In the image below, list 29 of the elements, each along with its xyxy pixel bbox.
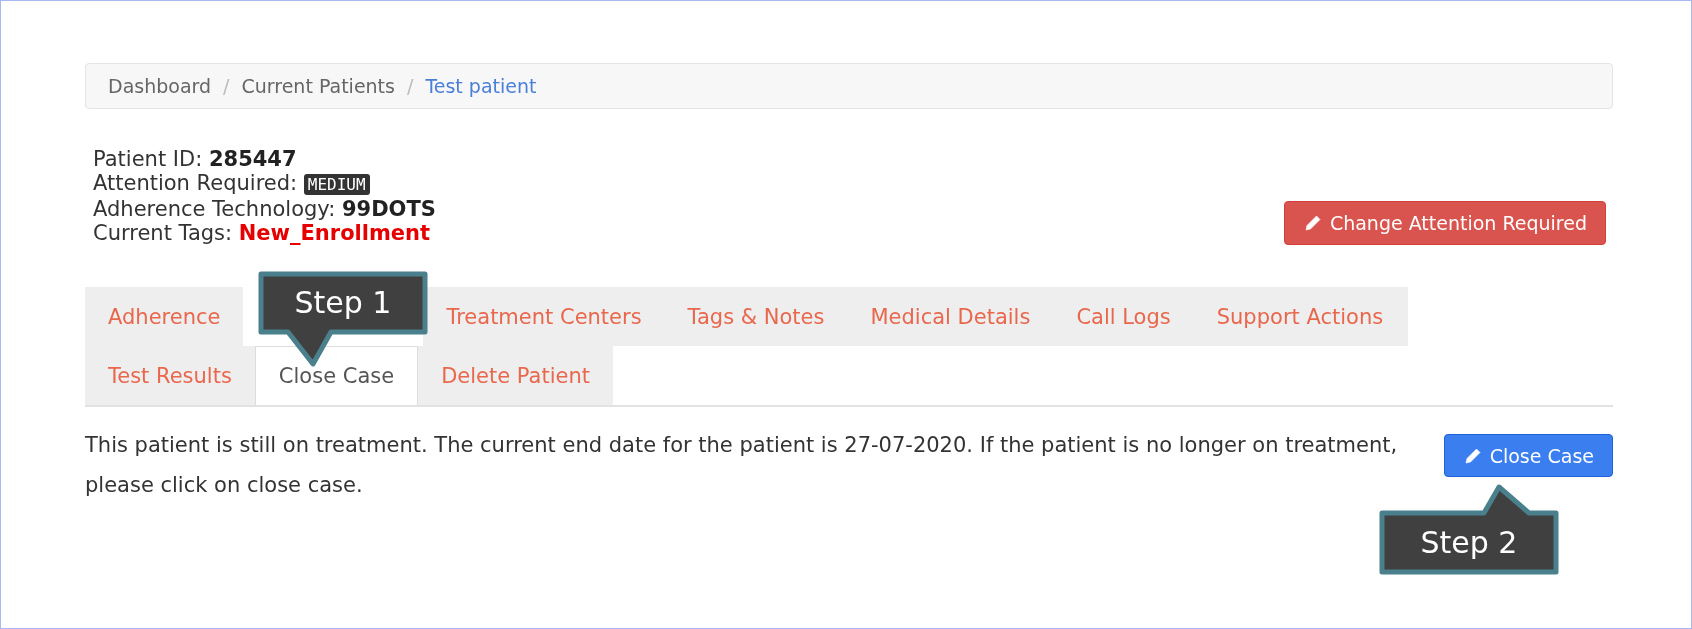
status-message: This patient is still on treatment. The current end date for the patient is 27-07-2020. If the patient is no longer on treatment, please click on close case.	[85, 432, 1399, 499]
attention-badge: MEDIUM	[303, 174, 370, 195]
info-label: Attention Required:	[93, 171, 299, 195]
close-case-button[interactable]: Close Case	[1443, 434, 1613, 477]
info-value: 99DOTS	[341, 197, 436, 221]
callout-label: Step 2	[1420, 525, 1518, 561]
breadcrumb-separator: /	[223, 75, 230, 97]
info-label: Adherence Technology:	[93, 197, 337, 221]
breadcrumb-link[interactable]: Test patient	[425, 75, 537, 97]
tag-value: New_Enrollment	[238, 221, 431, 245]
info-label: Patient ID:	[93, 147, 204, 171]
callout-label: Step 1	[294, 285, 392, 321]
breadcrumb-link[interactable]: Current Patients	[241, 75, 395, 97]
tab[interactable]: Support Actions	[1193, 287, 1409, 346]
tab[interactable]: Close Case	[254, 346, 419, 405]
tab[interactable]: Call Logs	[1053, 287, 1194, 346]
tab[interactable]: Tags & Notes	[664, 287, 848, 346]
info-value: 285447	[208, 147, 297, 171]
change-attention-button[interactable]: Change Attention Required	[1283, 201, 1606, 245]
pencil-icon	[1304, 215, 1321, 231]
breadcrumb-link[interactable]: Dashboard	[108, 75, 212, 97]
breadcrumb-separator: /	[406, 75, 414, 97]
tab[interactable]: Adherence	[85, 287, 244, 346]
tab[interactable]: Medical Details	[847, 287, 1054, 346]
pencil-icon	[1464, 447, 1481, 464]
tab[interactable]: Delete Patient	[418, 346, 613, 405]
info-label: Current Tags:	[93, 221, 234, 245]
tab[interactable]: Test Results	[85, 346, 255, 405]
tab[interactable]: Treatment Centers	[423, 287, 665, 346]
